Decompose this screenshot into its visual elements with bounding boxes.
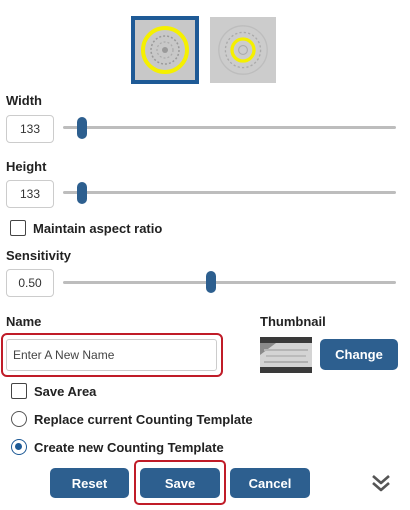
template-thumbnail-selected[interactable]: [131, 16, 199, 84]
maintain-aspect-checkbox[interactable]: [10, 220, 26, 236]
yellow-ring-template-icon: [135, 20, 195, 80]
template-thumbnail-other[interactable]: [210, 17, 276, 83]
width-slider-track[interactable]: [63, 126, 396, 129]
height-label: Height: [6, 159, 47, 174]
save-area-checkbox[interactable]: [11, 383, 27, 399]
width-label: Width: [6, 93, 42, 108]
width-slider-thumb[interactable]: [77, 117, 87, 139]
height-slider-thumb[interactable]: [77, 182, 87, 204]
create-template-radio[interactable]: [11, 439, 27, 455]
create-template-label: Create new Counting Template: [34, 440, 224, 455]
sensitivity-label: Sensitivity: [6, 248, 72, 263]
save-area-label: Save Area: [34, 384, 97, 399]
sensitivity-input[interactable]: 0.50: [6, 269, 54, 297]
maintain-aspect-label: Maintain aspect ratio: [33, 221, 163, 236]
cancel-button[interactable]: Cancel: [230, 468, 310, 498]
replace-template-label: Replace current Counting Template: [34, 412, 253, 427]
change-thumbnail-button[interactable]: Change: [320, 339, 398, 370]
yellow-ring-template-icon: [210, 17, 276, 83]
height-slider-track[interactable]: [63, 191, 396, 194]
name-input[interactable]: [6, 339, 217, 371]
name-label: Name: [6, 314, 42, 329]
sensitivity-slider-thumb[interactable]: [206, 271, 216, 293]
width-input[interactable]: 133: [6, 115, 54, 143]
thumbnail-label: Thumbnail: [260, 314, 326, 329]
reset-button[interactable]: Reset: [50, 468, 129, 498]
height-input[interactable]: 133: [6, 180, 54, 208]
sensitivity-slider-track[interactable]: [63, 281, 396, 284]
save-button[interactable]: Save: [140, 468, 220, 498]
double-chevron-down-icon[interactable]: [370, 472, 392, 494]
replace-template-radio[interactable]: [11, 411, 27, 427]
thumbnail-image: [260, 337, 312, 373]
